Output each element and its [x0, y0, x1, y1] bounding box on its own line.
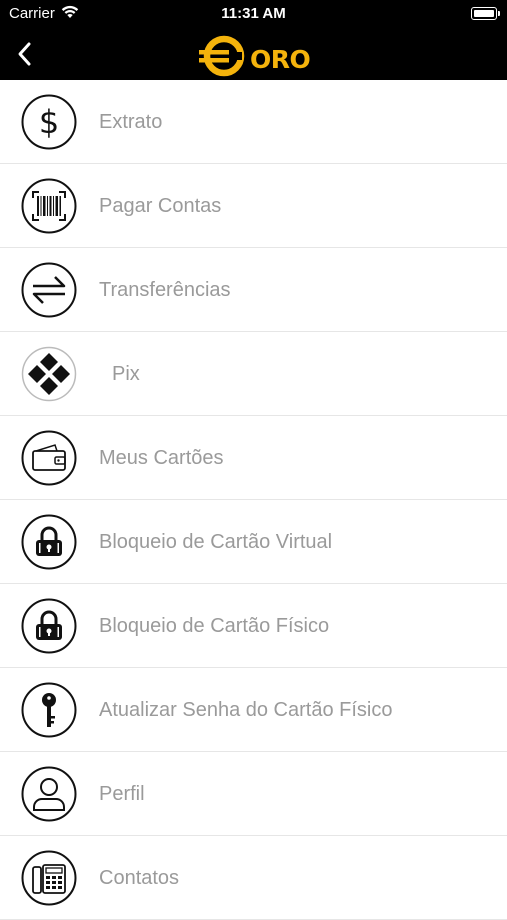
- wallet-icon: [21, 430, 77, 486]
- phone-icon: [21, 850, 77, 906]
- menu-item-perfil[interactable]: Perfil: [0, 752, 507, 836]
- status-bar: Carrier 11:31 AM: [0, 0, 507, 28]
- menu-item-label: Bloqueio de Cartão Físico: [99, 615, 330, 637]
- user-icon: [21, 766, 77, 822]
- menu-item-label: Transferências: [99, 279, 231, 301]
- menu-item-label: Atualizar Senha do Cartão Físico: [99, 699, 393, 721]
- key-icon: [21, 682, 77, 738]
- battery-icon: [471, 7, 500, 20]
- menu-item-atualizar-senha[interactable]: Atualizar Senha do Cartão Físico: [0, 668, 507, 752]
- navigation-bar: ORO: [0, 28, 507, 80]
- menu-item-pix[interactable]: Pix: [0, 332, 507, 416]
- menu-item-label: Contatos: [99, 867, 180, 889]
- lock-icon: [21, 514, 77, 570]
- menu-item-bloqueio-cartao-fisico[interactable]: Bloqueio de Cartão Físico: [0, 584, 507, 668]
- back-button[interactable]: [12, 40, 40, 68]
- menu-item-label: Bloqueio de Cartão Virtual: [99, 531, 333, 553]
- menu-list: $ Extrato Pagar Contas Transferências Pi…: [0, 80, 507, 920]
- menu-item-label: Perfil: [99, 783, 145, 805]
- menu-item-label: Meus Cartões: [99, 447, 224, 469]
- oro-logo: ORO: [199, 35, 311, 77]
- menu-item-pagar-contas[interactable]: Pagar Contas: [0, 164, 507, 248]
- barcode-icon: [21, 178, 77, 234]
- euro-coin-icon: [199, 35, 245, 77]
- dollar-sign-icon: $: [21, 94, 77, 150]
- menu-item-label: Pix: [112, 363, 140, 385]
- transfer-arrows-icon: [21, 262, 77, 318]
- menu-item-bloqueio-cartao-virtual[interactable]: Bloqueio de Cartão Virtual: [0, 500, 507, 584]
- logo-text: ORO: [250, 45, 311, 74]
- lock-icon: [21, 598, 77, 654]
- menu-item-label: Extrato: [99, 111, 163, 133]
- menu-item-transferencias[interactable]: Transferências: [0, 248, 507, 332]
- menu-item-extrato[interactable]: $ Extrato: [0, 80, 507, 164]
- menu-item-meus-cartoes[interactable]: Meus Cartões: [0, 416, 507, 500]
- status-time: 11:31 AM: [221, 5, 286, 22]
- menu-item-contatos[interactable]: Contatos: [0, 836, 507, 920]
- pix-icon: [21, 346, 77, 402]
- svg-text:$: $: [39, 103, 59, 141]
- menu-item-label: Pagar Contas: [99, 195, 222, 217]
- chevron-left-icon: [18, 42, 31, 66]
